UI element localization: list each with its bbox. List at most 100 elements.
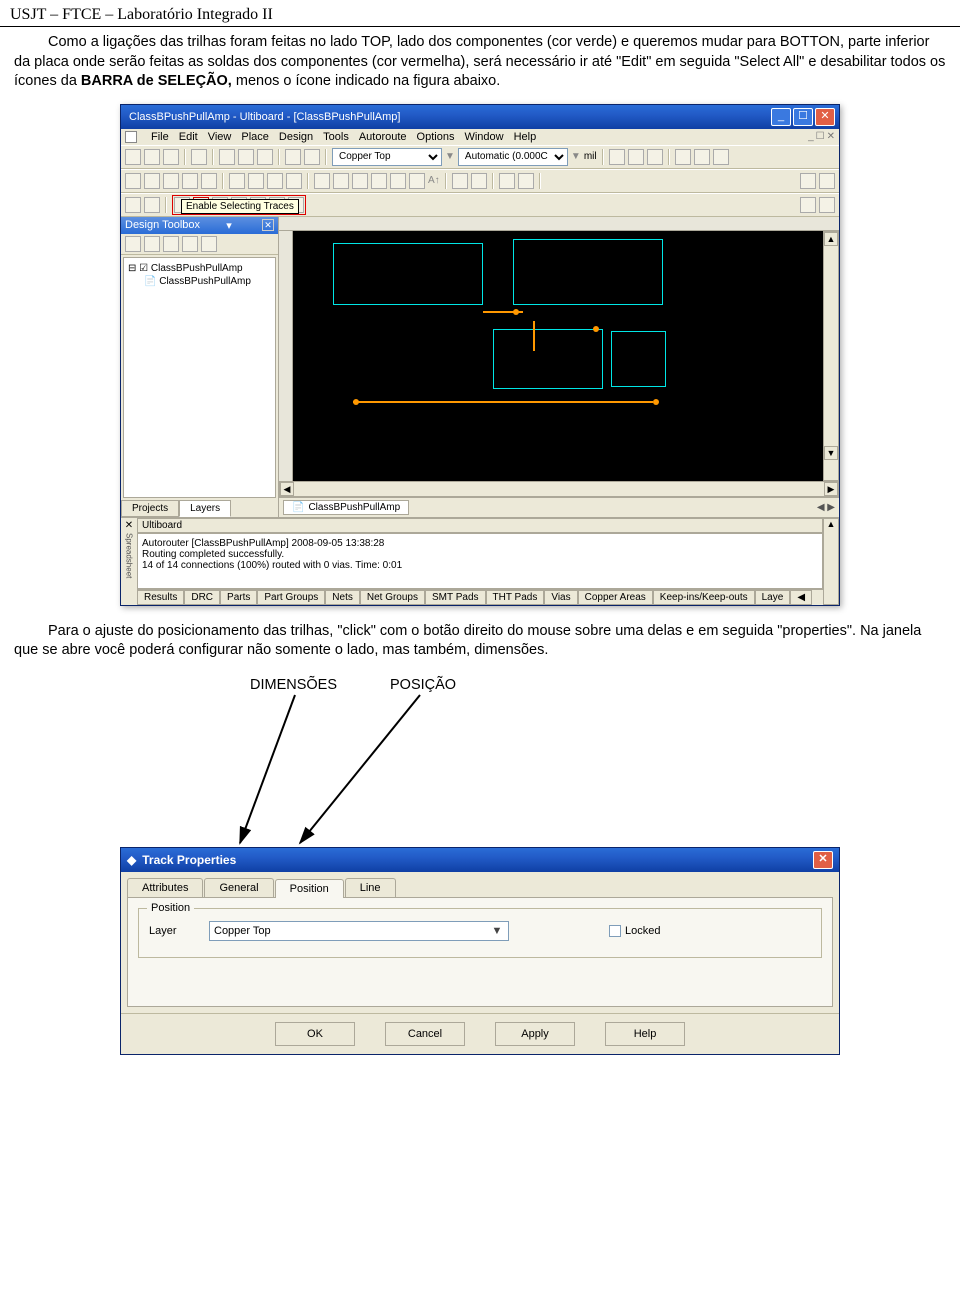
sb-ico2[interactable]: [144, 236, 160, 252]
sel-d-icon[interactable]: [182, 173, 198, 189]
tp-locked-checkbox[interactable]: Locked: [609, 925, 660, 937]
sidebar-tab-projects[interactable]: Projects: [121, 500, 179, 517]
scroll-down-icon[interactable]: ▼: [824, 446, 838, 460]
route-b-icon[interactable]: [144, 197, 160, 213]
ss-close-icon[interactable]: ✕: [125, 520, 133, 531]
menu-help[interactable]: Help: [514, 131, 537, 143]
print-icon[interactable]: [191, 149, 207, 165]
menu-options[interactable]: Options: [417, 131, 455, 143]
tab-nav-icons[interactable]: ◀ ▶: [817, 502, 835, 513]
sidebar-tab-layers[interactable]: Layers: [179, 500, 231, 517]
misc6-icon[interactable]: [518, 173, 534, 189]
layer-combo[interactable]: Copper Top: [332, 148, 442, 166]
draw-a-icon[interactable]: [452, 173, 468, 189]
menu-edit[interactable]: Edit: [179, 131, 198, 143]
cut-icon[interactable]: [219, 149, 235, 165]
mdi-close-icon[interactable]: ✕: [827, 131, 835, 142]
route-a-icon[interactable]: [125, 197, 141, 213]
ss-tab-layers[interactable]: Laye: [755, 590, 791, 605]
doc-tab[interactable]: 📄 ClassBPushPullAmp: [283, 500, 409, 515]
tp-close-button[interactable]: ✕: [813, 851, 833, 869]
hscrollbar[interactable]: ◀ ▶: [279, 481, 839, 497]
draw-b-icon[interactable]: [471, 173, 487, 189]
tp-tab-position[interactable]: Position: [275, 879, 344, 898]
sidebar-pin-icon[interactable]: ▾: [226, 219, 232, 232]
misc8-icon[interactable]: [819, 173, 835, 189]
sel-c-icon[interactable]: [163, 173, 179, 189]
open-icon[interactable]: [144, 149, 160, 165]
ss-tab-results[interactable]: Results: [137, 590, 184, 605]
tp-layer-combo[interactable]: Copper Top ▼: [209, 921, 509, 941]
sb-ico3[interactable]: [163, 236, 179, 252]
ss-tab-tht[interactable]: THT Pads: [486, 590, 545, 605]
vscrollbar[interactable]: ▲ ▼: [823, 231, 839, 481]
sel-b-icon[interactable]: [144, 173, 160, 189]
tp-tab-attributes[interactable]: Attributes: [127, 878, 203, 897]
zoom-area-icon[interactable]: [286, 173, 302, 189]
misc7-icon[interactable]: [800, 173, 816, 189]
tp-apply-button[interactable]: Apply: [495, 1022, 575, 1046]
ss-tab-keep[interactable]: Keep-ins/Keep-outs: [653, 590, 755, 605]
project-tree[interactable]: ⊟ ☑ ClassBPushPullAmp 📄 ClassBPushPullAm…: [123, 257, 276, 498]
units-combo[interactable]: Automatic (0.000C: [458, 148, 568, 166]
tp-tab-line[interactable]: Line: [345, 878, 396, 897]
minimize-button[interactable]: _: [771, 108, 791, 126]
ss-tab-partgrp[interactable]: Part Groups: [257, 590, 325, 605]
misc1-icon[interactable]: [647, 149, 663, 165]
ss-vscrollbar[interactable]: ▲: [823, 518, 839, 605]
undo-icon[interactable]: [285, 149, 301, 165]
misc2-icon[interactable]: [675, 149, 691, 165]
scroll-left-icon[interactable]: ◀: [280, 482, 294, 496]
misc3-icon[interactable]: [694, 149, 710, 165]
copy-icon[interactable]: [238, 149, 254, 165]
tp-ok-button[interactable]: OK: [275, 1022, 355, 1046]
menu-file[interactable]: File: [151, 131, 169, 143]
snap-icon[interactable]: [628, 149, 644, 165]
place-f-icon[interactable]: [409, 173, 425, 189]
place-d-icon[interactable]: [371, 173, 387, 189]
ss-tab-smt[interactable]: SMT Pads: [425, 590, 486, 605]
sb-ico1[interactable]: [125, 236, 141, 252]
paste-icon[interactable]: [257, 149, 273, 165]
mdi-restore-icon[interactable]: ☐: [816, 131, 825, 142]
menu-place[interactable]: Place: [241, 131, 269, 143]
ss-tab-nav-icon[interactable]: ◀: [790, 590, 812, 605]
new-icon[interactable]: [125, 149, 141, 165]
extra2-icon[interactable]: [819, 197, 835, 213]
tp-cancel-button[interactable]: Cancel: [385, 1022, 465, 1046]
sidebar-close-icon[interactable]: ✕: [262, 219, 274, 231]
tree-child[interactable]: ClassBPushPullAmp: [159, 276, 251, 287]
extra1-icon[interactable]: [800, 197, 816, 213]
scroll-up-icon[interactable]: ▲: [824, 232, 838, 246]
zoom-out-icon[interactable]: [248, 173, 264, 189]
ss-tab-drc[interactable]: DRC: [184, 590, 220, 605]
place-a-icon[interactable]: [314, 173, 330, 189]
ss-tab-nets[interactable]: Nets: [325, 590, 360, 605]
tp-tab-general[interactable]: General: [204, 878, 273, 897]
tp-help-button[interactable]: Help: [605, 1022, 685, 1046]
place-b-icon[interactable]: [333, 173, 349, 189]
sel-e-icon[interactable]: [201, 173, 217, 189]
ss-tab-netgrp[interactable]: Net Groups: [360, 590, 425, 605]
zoom-fit-icon[interactable]: [267, 173, 283, 189]
close-button[interactable]: ✕: [815, 108, 835, 126]
redo-icon[interactable]: [304, 149, 320, 165]
ss-tab-parts[interactable]: Parts: [220, 590, 257, 605]
sb-ico5[interactable]: [201, 236, 217, 252]
ss-tab-copper[interactable]: Copper Areas: [578, 590, 653, 605]
grid-icon[interactable]: [609, 149, 625, 165]
menu-tools[interactable]: Tools: [323, 131, 349, 143]
place-c-icon[interactable]: [352, 173, 368, 189]
pcb-canvas[interactable]: [293, 231, 823, 481]
sb-ico4[interactable]: [182, 236, 198, 252]
ss-tab-vias[interactable]: Vias: [544, 590, 577, 605]
menu-view[interactable]: View: [208, 131, 232, 143]
maximize-button[interactable]: ☐: [793, 108, 813, 126]
misc5-icon[interactable]: [499, 173, 515, 189]
menu-window[interactable]: Window: [464, 131, 503, 143]
mdi-min-icon[interactable]: _: [808, 131, 814, 142]
save-icon[interactable]: [163, 149, 179, 165]
sel-a-icon[interactable]: [125, 173, 141, 189]
scroll-right-icon[interactable]: ▶: [824, 482, 838, 496]
tree-root[interactable]: ClassBPushPullAmp: [151, 263, 243, 274]
